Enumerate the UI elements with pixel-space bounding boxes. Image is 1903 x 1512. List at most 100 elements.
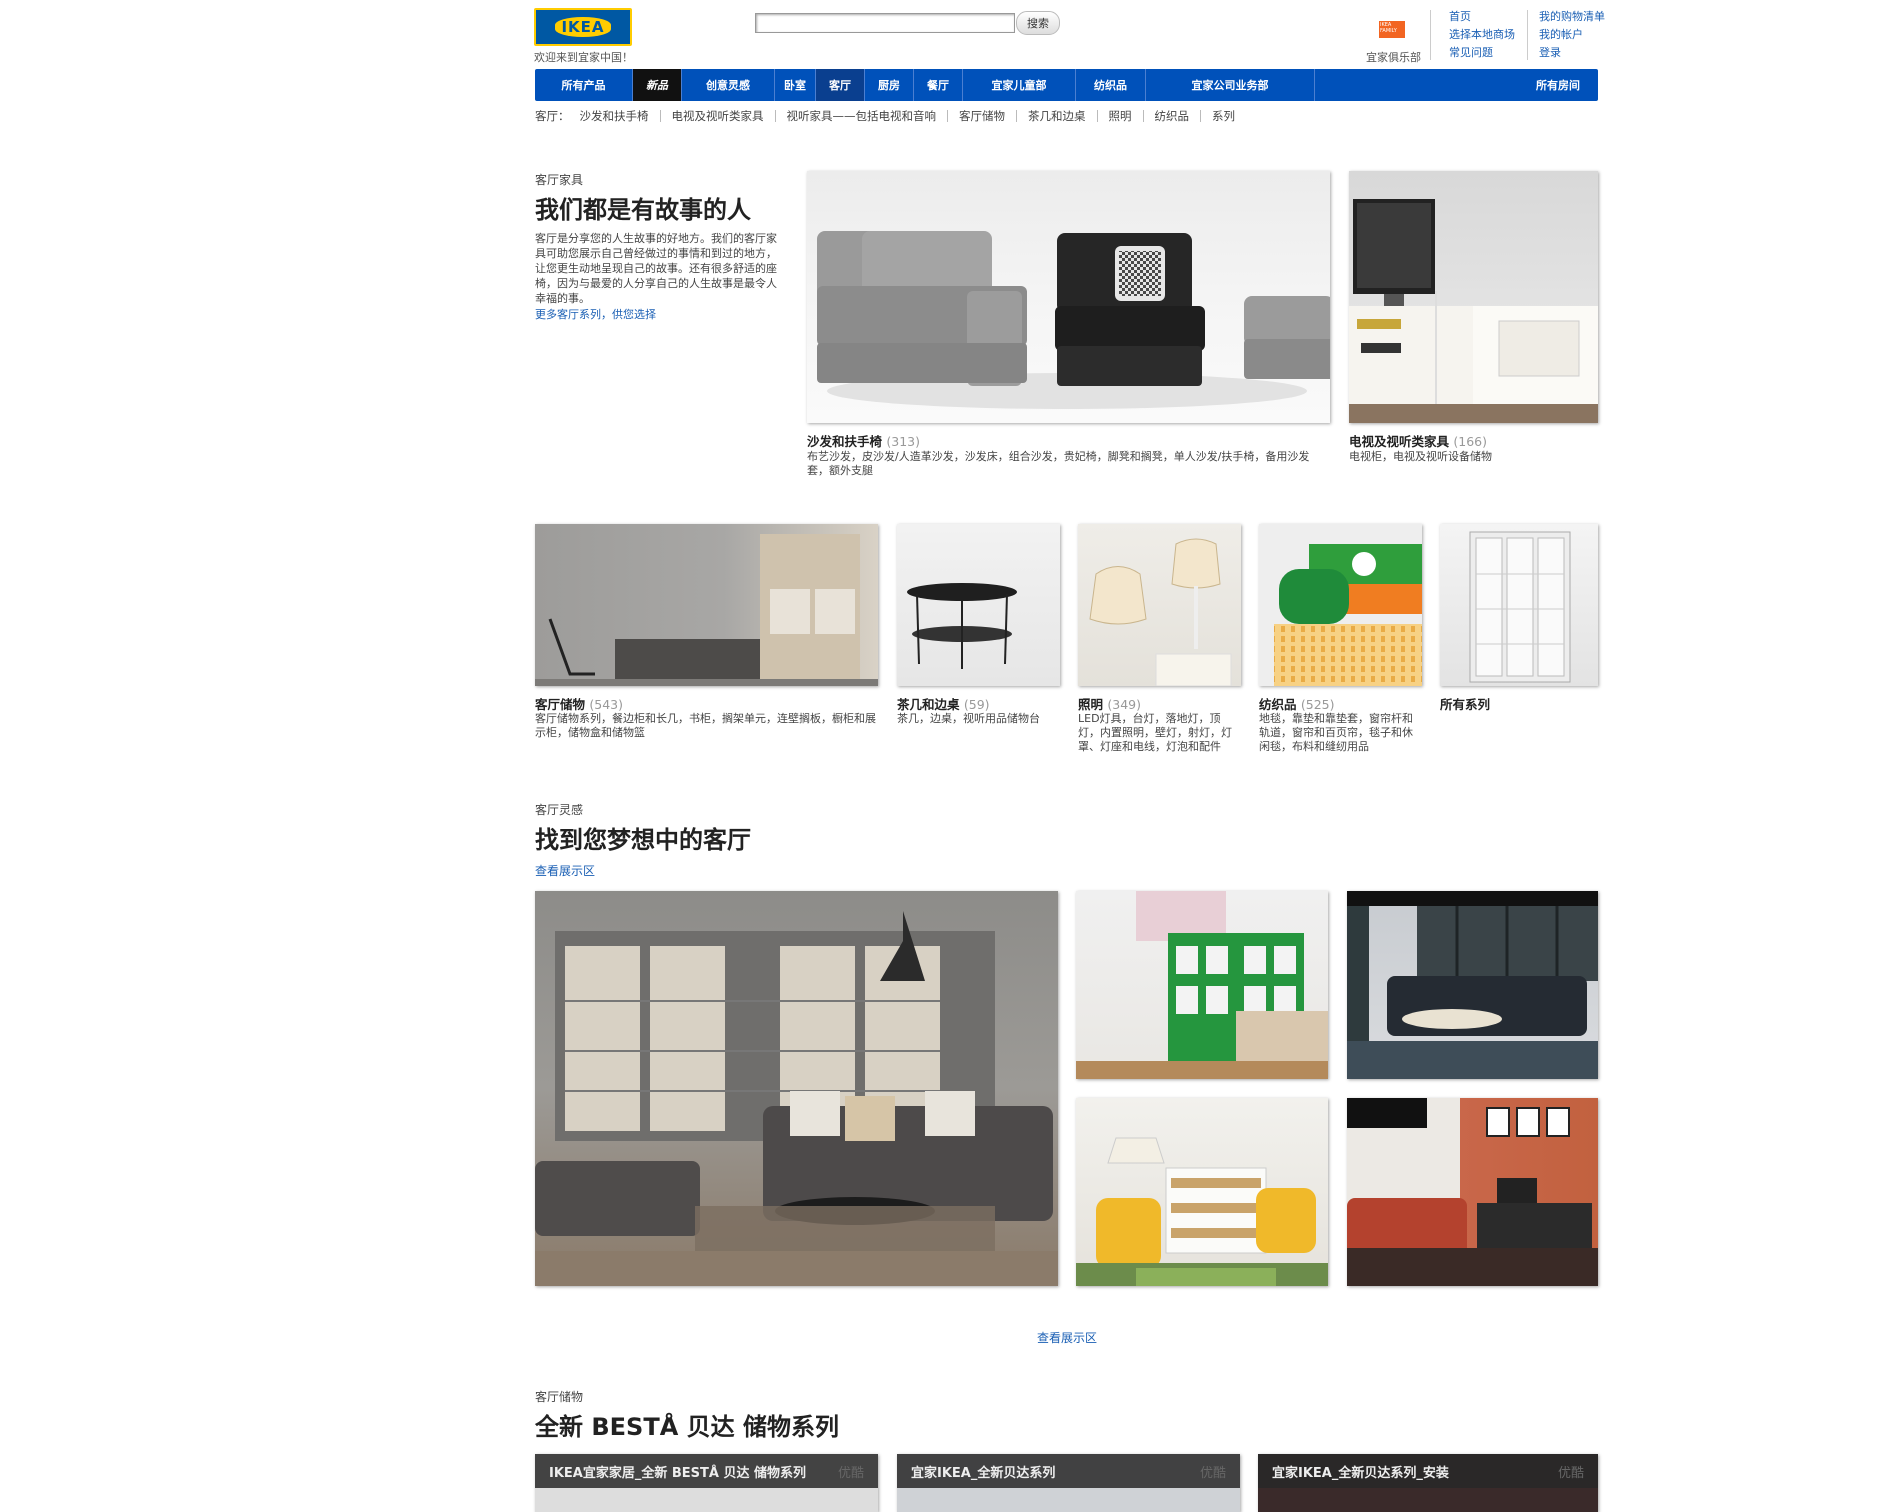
storage-title[interactable]: 客厅储物 (543)	[535, 694, 623, 713]
inspiration-image-3[interactable]	[1347, 891, 1598, 1079]
video-1-bar: IKEA宜家家居_全新 BESTÅ 贝达 储物系列 优酷	[535, 1454, 878, 1488]
storage-image[interactable]	[535, 524, 878, 686]
search-button[interactable]: 搜索	[1016, 11, 1060, 35]
tables-title[interactable]: 茶几和边桌 (59)	[897, 694, 990, 713]
tv-furniture-image[interactable]	[1349, 171, 1598, 423]
nav-inspiration[interactable]: 创意灵感	[682, 69, 775, 101]
tables-name[interactable]: 茶几和边桌	[897, 697, 960, 712]
textiles-title[interactable]: 纺织品 (525)	[1259, 694, 1335, 713]
tv-name[interactable]: 电视及视听类家具	[1349, 434, 1449, 449]
more-series-link[interactable]: 更多客厅系列，供您选择	[535, 306, 656, 322]
inspiration-main-image[interactable]	[535, 891, 1058, 1286]
dark-sofa-illustration	[1347, 891, 1598, 1079]
login-link[interactable]: 登录	[1539, 44, 1605, 62]
my-account-link[interactable]: 我的帐户	[1539, 26, 1605, 44]
subnav-lighting[interactable]: 照明	[1109, 108, 1132, 124]
subnav-tables[interactable]: 茶几和边桌	[1028, 108, 1086, 124]
intro-text: 客厅是分享您的人生故事的好地方。我们的客厅家具可助您展示自己曾经做过的事情和到过…	[535, 232, 777, 305]
all-series-name[interactable]: 所有系列	[1440, 697, 1490, 712]
nav-all-rooms[interactable]: 所有房间	[1315, 69, 1598, 101]
inspiration-image-2[interactable]	[1076, 891, 1328, 1079]
view-showroom-bottom-link[interactable]: 查看展示区	[1037, 1329, 1097, 1346]
orange-wall-illustration	[1347, 1098, 1598, 1286]
nav-textiles[interactable]: 纺织品	[1076, 69, 1146, 101]
nav-all-products[interactable]: 所有产品	[535, 69, 633, 101]
storage-section-label: 客厅储物	[535, 1390, 584, 1404]
family-link[interactable]: 宜家俱乐部	[1366, 49, 1421, 65]
tv-illustration	[1349, 199, 1598, 423]
tables-image[interactable]	[897, 524, 1060, 686]
tables-count: (59)	[963, 697, 990, 712]
video-1-title[interactable]: IKEA宜家家居_全新 BESTÅ 贝达 储物系列	[549, 1462, 806, 1481]
textiles-name[interactable]: 纺织品	[1259, 697, 1297, 712]
nav-living-room[interactable]: 客厅	[816, 69, 865, 101]
top-links-primary: 首页 选择本地商场 常见问题	[1449, 8, 1515, 62]
all-series-title[interactable]: 所有系列	[1440, 694, 1490, 713]
sofas-image[interactable]	[807, 171, 1330, 423]
subnav-storage[interactable]: 客厅储物	[959, 108, 1005, 124]
ikea-logo[interactable]: IKEA	[534, 8, 632, 46]
lighting-name[interactable]: 照明	[1078, 697, 1103, 712]
tv-desc: 电视柜，电视及视听设备储物	[1349, 450, 1492, 463]
top-links-account: 我的购物清单 我的帐户 登录	[1539, 8, 1605, 62]
textiles-desc: 地毯，靠垫和靠垫套，窗帘杆和轨道，窗帘和百页帘，毯子和休闲毯，布料和缝纫用品	[1259, 712, 1413, 753]
divider	[1430, 10, 1431, 60]
storage-section-title: 全新 BESTÅ 贝达 储物系列	[535, 1413, 839, 1441]
storage-count: (543)	[589, 697, 623, 712]
logo-text: IKEA	[555, 17, 611, 37]
subnav-sofas[interactable]: 沙发和扶手椅	[580, 108, 649, 124]
video-2-title[interactable]: 宜家IKEA_全新贝达系列	[911, 1462, 1055, 1481]
storage-desc: 客厅储物系列，餐边柜和长几，书柜，搁架单元，连壁搁板，橱柜和展示柜，储物盒和储物…	[535, 712, 876, 739]
subnav-textiles[interactable]: 纺织品	[1155, 108, 1190, 124]
nav-dining[interactable]: 餐厅	[914, 69, 963, 101]
video-3-title[interactable]: 宜家IKEA_全新贝达系列_安装	[1272, 1462, 1449, 1481]
intro-label: 客厅家具	[535, 173, 584, 187]
green-shelf-illustration	[1076, 891, 1328, 1079]
inspiration-image-5[interactable]	[1347, 1098, 1598, 1286]
sofa-illustration	[817, 231, 1330, 409]
video-3-bar: 宜家IKEA_全新贝达系列_安装 优酷	[1258, 1454, 1598, 1488]
video-2[interactable]: 宜家IKEA_全新贝达系列 优酷	[897, 1454, 1240, 1512]
tv-title[interactable]: 电视及视听类家具 (166)	[1349, 431, 1487, 450]
main-nav: 所有产品 新品 创意灵感 卧室 客厅 厨房 餐厅 宜家儿童部 纺织品 宜家公司业…	[535, 69, 1598, 101]
textiles-illustration	[1274, 544, 1422, 686]
intro-title: 我们都是有故事的人	[535, 196, 751, 224]
home-link[interactable]: 首页	[1449, 8, 1515, 26]
view-showroom-link[interactable]: 查看展示区	[535, 862, 595, 879]
storage-name[interactable]: 客厅储物	[535, 697, 585, 712]
subnav-av-furniture[interactable]: 视听家具——包括电视和音响	[787, 108, 937, 124]
lighting-image[interactable]	[1078, 524, 1241, 686]
tables-illustration	[907, 583, 1017, 669]
textiles-image[interactable]	[1259, 524, 1422, 686]
welcome-text: 欢迎来到宜家中国！	[534, 51, 633, 64]
nav-business[interactable]: 宜家公司业务部	[1146, 69, 1315, 101]
breadcrumb-subnav: 客厅： 沙发和扶手椅 电视及视听类家具 视听家具——包括电视和音响 客厅储物 茶…	[535, 108, 1235, 124]
video-1[interactable]: IKEA宜家家居_全新 BESTÅ 贝达 储物系列 优酷	[535, 1454, 878, 1512]
store-select-link[interactable]: 选择本地商场	[1449, 26, 1515, 44]
nav-kitchen[interactable]: 厨房	[865, 69, 914, 101]
sofas-title[interactable]: 沙发和扶手椅 (313)	[807, 431, 920, 450]
ikea-family-icon[interactable]: IKEA FAMILY	[1379, 21, 1405, 38]
nav-new[interactable]: 新品	[633, 69, 682, 101]
inspiration-image-4[interactable]	[1076, 1098, 1328, 1286]
nav-children[interactable]: 宜家儿童部	[963, 69, 1076, 101]
youku-badge: 优酷	[1557, 1465, 1584, 1481]
youku-badge: 优酷	[1199, 1465, 1226, 1481]
living-room-illustration	[535, 911, 1058, 1286]
subnav-series[interactable]: 系列	[1212, 108, 1235, 124]
subnav-tv-furniture[interactable]: 电视及视听类家具	[672, 108, 764, 124]
search-input[interactable]	[755, 13, 1015, 33]
video-2-bar: 宜家IKEA_全新贝达系列 优酷	[897, 1454, 1240, 1488]
all-series-image[interactable]	[1440, 524, 1598, 686]
faq-link[interactable]: 常见问题	[1449, 44, 1515, 62]
nav-bedroom[interactable]: 卧室	[775, 69, 816, 101]
sofas-name[interactable]: 沙发和扶手椅	[807, 434, 882, 449]
inspiration-title: 找到您梦想中的客厅	[535, 826, 751, 854]
video-3[interactable]: 宜家IKEA_全新贝达系列_安装 优酷	[1258, 1454, 1598, 1512]
divider	[1527, 10, 1528, 60]
cabinet-illustration	[1469, 531, 1571, 683]
lighting-illustration	[1089, 538, 1232, 686]
lighting-title[interactable]: 照明 (349)	[1078, 694, 1141, 713]
shopping-list-link[interactable]: 我的购物清单	[1539, 8, 1605, 26]
lighting-desc: LED灯具，台灯，落地灯，顶灯，内置照明，壁灯，射灯，灯罩、灯座和电线，灯泡和配…	[1078, 712, 1232, 753]
